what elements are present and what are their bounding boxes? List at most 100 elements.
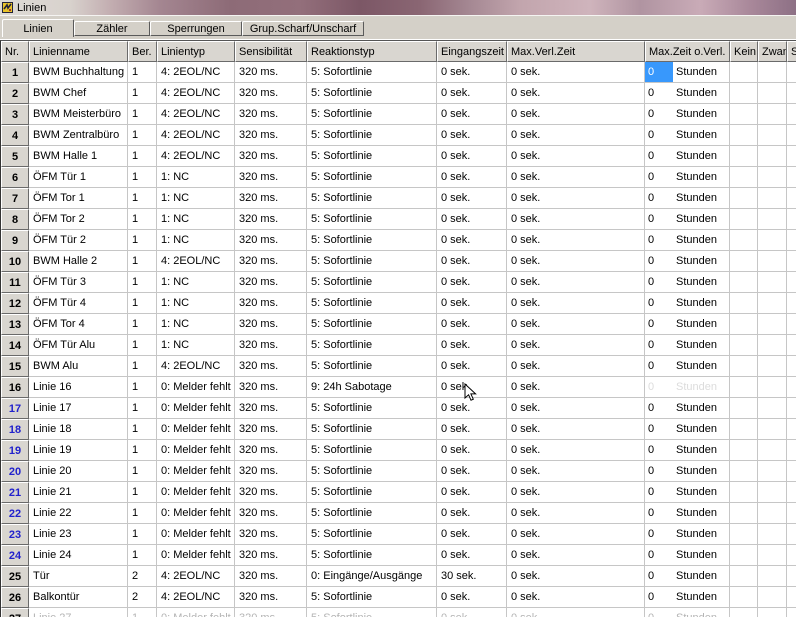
cell-sens[interactable]: 320 ms. <box>235 209 307 230</box>
cell-flag[interactable] <box>787 335 796 356</box>
cell-reakt[interactable]: 5: Sofortlinie <box>307 104 437 125</box>
cell-flag[interactable] <box>787 377 796 398</box>
cell-flag[interactable] <box>787 62 796 83</box>
cell-eingang[interactable]: 0 sek. <box>437 125 507 146</box>
row-number[interactable]: 11 <box>1 272 29 293</box>
cell-eingang[interactable]: 0 sek. <box>437 440 507 461</box>
cell-sens[interactable]: 320 ms. <box>235 587 307 608</box>
cell-eingang[interactable]: 0 sek. <box>437 230 507 251</box>
cell-flag[interactable] <box>730 398 758 419</box>
cell-flag[interactable] <box>758 83 787 104</box>
cell-flag[interactable] <box>787 587 796 608</box>
cell-ber[interactable]: 1 <box>128 188 157 209</box>
cell-flag[interactable] <box>730 335 758 356</box>
cell-ber[interactable]: 1 <box>128 125 157 146</box>
cell-maxzeit-overl[interactable]: 0Stunden <box>645 188 730 209</box>
row-number[interactable]: 9 <box>1 230 29 251</box>
cell-flag[interactable] <box>730 209 758 230</box>
cell-eingang[interactable]: 0 sek. <box>437 524 507 545</box>
cell-maxzeit-overl[interactable]: 0Stunden <box>645 440 730 461</box>
cell-maxverl[interactable]: 0 sek. <box>507 461 645 482</box>
cell-flag[interactable] <box>730 461 758 482</box>
cell-eingang[interactable]: 0 sek. <box>437 335 507 356</box>
cell-reakt[interactable]: 5: Sofortlinie <box>307 461 437 482</box>
cell-name[interactable]: ÖFM Tür 1 <box>29 167 128 188</box>
cell-flag[interactable] <box>730 167 758 188</box>
hours-value[interactable]: 0 <box>645 83 673 103</box>
cell-flag[interactable] <box>730 377 758 398</box>
cell-flag[interactable] <box>730 125 758 146</box>
cell-reakt[interactable]: 5: Sofortlinie <box>307 293 437 314</box>
hours-value[interactable]: 0 <box>645 125 673 145</box>
cell-flag[interactable] <box>787 188 796 209</box>
cell-name[interactable]: Linie 16 <box>29 377 128 398</box>
cell-name[interactable]: Linie 23 <box>29 524 128 545</box>
tab-z-hler[interactable]: Zähler <box>74 21 150 36</box>
cell-flag[interactable] <box>758 62 787 83</box>
cell-ber[interactable]: 1 <box>128 251 157 272</box>
row-number[interactable]: 13 <box>1 314 29 335</box>
row-number[interactable]: 26 <box>1 587 29 608</box>
cell-flag[interactable] <box>787 125 796 146</box>
cell-ber[interactable]: 1 <box>128 209 157 230</box>
cell-maxzeit-overl[interactable]: 0Stunden <box>645 503 730 524</box>
cell-maxverl[interactable]: 0 sek. <box>507 209 645 230</box>
cell-flag[interactable] <box>730 146 758 167</box>
cell-eingang[interactable]: 0 sek. <box>437 188 507 209</box>
cell-typ[interactable]: 4: 2EOL/NC <box>157 566 235 587</box>
cell-maxzeit-overl[interactable]: 0Stunden <box>645 419 730 440</box>
cell-typ[interactable]: 4: 2EOL/NC <box>157 125 235 146</box>
cell-flag[interactable] <box>758 230 787 251</box>
row-number[interactable]: 8 <box>1 209 29 230</box>
cell-maxverl[interactable]: 0 sek. <box>507 608 645 617</box>
cell-maxverl[interactable]: 0 sek. <box>507 356 645 377</box>
cell-maxverl[interactable]: 0 sek. <box>507 545 645 566</box>
cell-maxzeit-overl[interactable]: 0Stunden <box>645 104 730 125</box>
cell-flag[interactable] <box>758 167 787 188</box>
cell-name[interactable]: BWM Chef <box>29 83 128 104</box>
cell-typ[interactable]: 1: NC <box>157 209 235 230</box>
cell-maxverl[interactable]: 0 sek. <box>507 314 645 335</box>
cell-ber[interactable]: 1 <box>128 104 157 125</box>
cell-flag[interactable] <box>787 419 796 440</box>
cell-eingang[interactable]: 0 sek. <box>437 608 507 617</box>
cell-eingang[interactable]: 0 sek. <box>437 272 507 293</box>
cell-eingang[interactable]: 0 sek. <box>437 146 507 167</box>
hours-value[interactable]: 0 <box>645 566 673 586</box>
cell-sens[interactable]: 320 ms. <box>235 62 307 83</box>
cell-typ[interactable]: 1: NC <box>157 188 235 209</box>
cell-name[interactable]: Linie 24 <box>29 545 128 566</box>
cell-maxverl[interactable]: 0 sek. <box>507 62 645 83</box>
cell-name[interactable]: BWM Meisterbüro <box>29 104 128 125</box>
cell-flag[interactable] <box>758 272 787 293</box>
row-number[interactable]: 5 <box>1 146 29 167</box>
cell-flag[interactable] <box>730 251 758 272</box>
cell-flag[interactable] <box>758 461 787 482</box>
cell-typ[interactable]: 4: 2EOL/NC <box>157 587 235 608</box>
row-number[interactable]: 19 <box>1 440 29 461</box>
cell-typ[interactable]: 0: Melder fehlt <box>157 461 235 482</box>
cell-maxzeit-overl[interactable]: 0Stunden <box>645 377 730 398</box>
cell-flag[interactable] <box>758 608 787 617</box>
cell-typ[interactable]: 0: Melder fehlt <box>157 482 235 503</box>
cell-name[interactable]: Linie 17 <box>29 398 128 419</box>
cell-typ[interactable]: 4: 2EOL/NC <box>157 83 235 104</box>
cell-ber[interactable]: 1 <box>128 377 157 398</box>
cell-reakt[interactable]: 5: Sofortlinie <box>307 356 437 377</box>
hours-value[interactable]: 0 <box>645 419 673 439</box>
row-number[interactable]: 18 <box>1 419 29 440</box>
cell-maxzeit-overl[interactable]: 0Stunden <box>645 62 730 83</box>
cell-eingang[interactable]: 0 sek. <box>437 209 507 230</box>
cell-reakt[interactable]: 5: Sofortlinie <box>307 272 437 293</box>
cell-maxzeit-overl[interactable]: 0Stunden <box>645 335 730 356</box>
row-number[interactable]: 14 <box>1 335 29 356</box>
cell-eingang[interactable]: 0 sek. <box>437 314 507 335</box>
cell-reakt[interactable]: 5: Sofortlinie <box>307 167 437 188</box>
cell-sens[interactable]: 320 ms. <box>235 398 307 419</box>
hours-value[interactable]: 0 <box>645 230 673 250</box>
cell-flag[interactable] <box>787 482 796 503</box>
cell-maxverl[interactable]: 0 sek. <box>507 146 645 167</box>
cell-sens[interactable]: 320 ms. <box>235 524 307 545</box>
cell-maxverl[interactable]: 0 sek. <box>507 524 645 545</box>
cell-maxverl[interactable]: 0 sek. <box>507 104 645 125</box>
